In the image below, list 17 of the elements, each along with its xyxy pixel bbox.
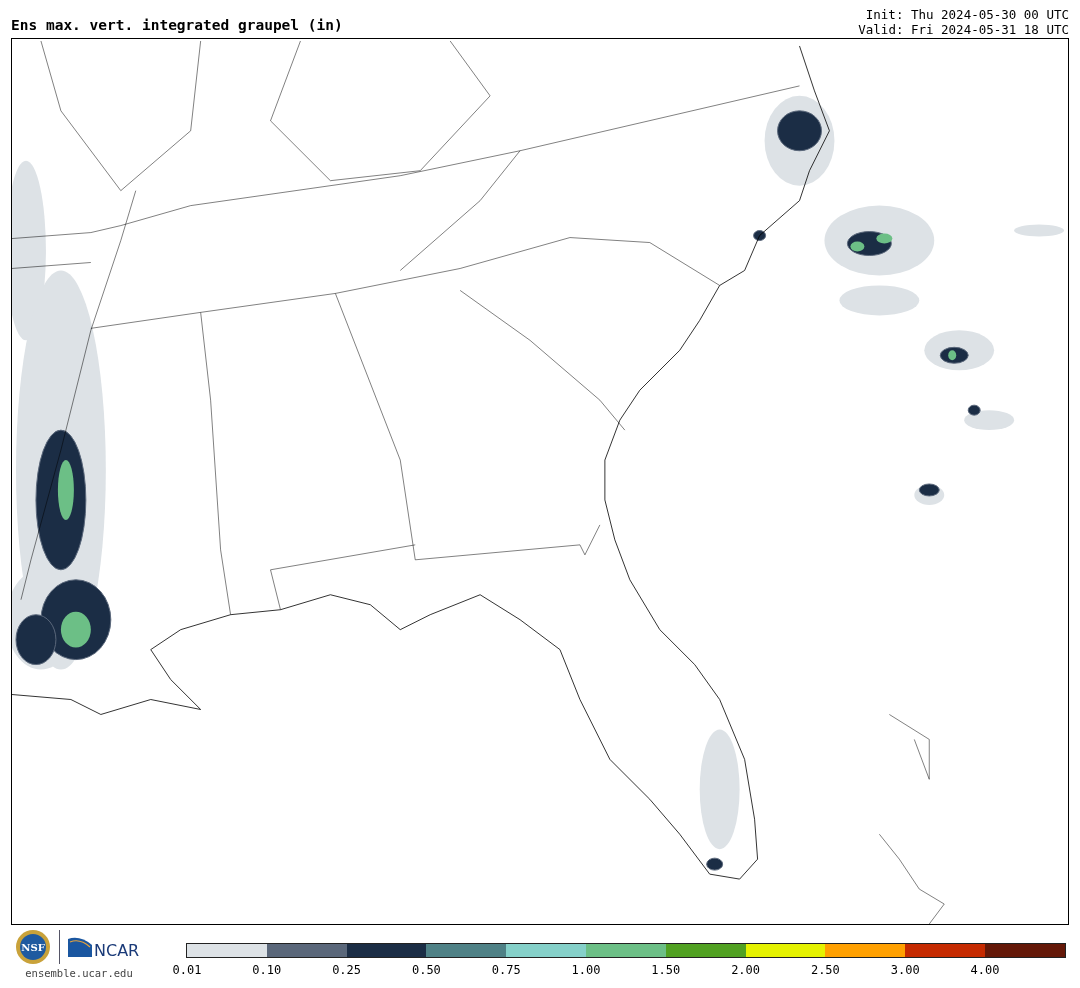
nsf-logo: NSF bbox=[14, 929, 51, 965]
chart-title: Ens max. vert. integrated graupel (in) bbox=[11, 17, 343, 35]
scale-label: 0.50 bbox=[410, 963, 442, 977]
scale-label: 1.50 bbox=[650, 963, 682, 977]
scale-label: 1.00 bbox=[570, 963, 602, 977]
scale-label: 0.10 bbox=[251, 963, 283, 977]
valid-time: Valid: Fri 2024-05-31 18 UTC bbox=[858, 22, 1069, 37]
scale-label: 2.00 bbox=[730, 963, 762, 977]
ncar-logo: NCAR bbox=[67, 935, 144, 959]
website-url: ensemble.ucar.edu bbox=[25, 967, 133, 979]
scale-label: 3.00 bbox=[889, 963, 921, 977]
scale-label: 0.25 bbox=[331, 963, 363, 977]
scale-label: 0.01 bbox=[171, 963, 203, 977]
scale-label: 2.50 bbox=[809, 963, 841, 977]
scale-label: 0.75 bbox=[490, 963, 522, 977]
scale-label: 4.00 bbox=[969, 963, 1001, 977]
init-time: Init: Thu 2024-05-30 00 UTC bbox=[865, 7, 1069, 22]
